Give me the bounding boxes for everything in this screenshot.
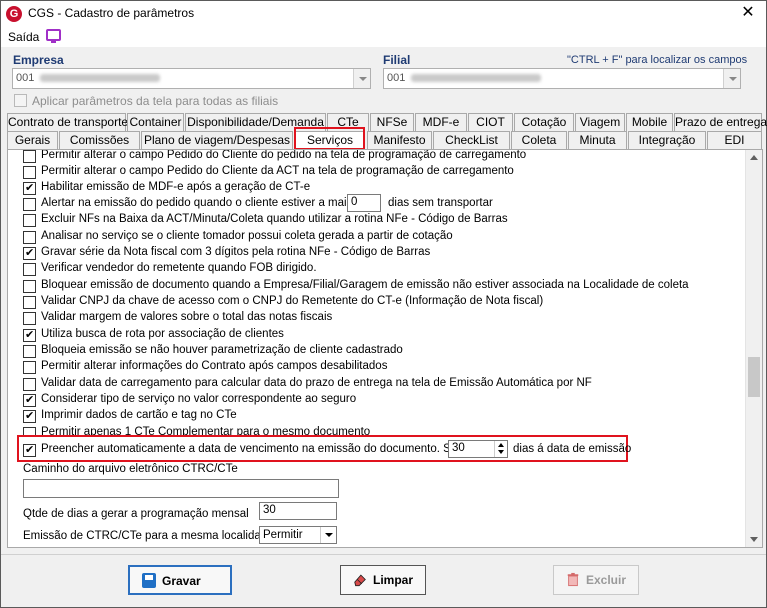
- filial-value: 001: [387, 72, 542, 84]
- filial-label: Filial: [383, 53, 411, 67]
- servicos-panel: Permitir alterar o campo Pedido do Clien…: [7, 149, 763, 548]
- option-checkbox[interactable]: [23, 345, 36, 358]
- option-checkbox[interactable]: [23, 393, 36, 407]
- emissao-localidade-label: Emissão de CTRC/CTe para a mesma localid…: [23, 530, 274, 542]
- scroll-thumb[interactable]: [748, 357, 760, 397]
- monitor-icon[interactable]: [46, 29, 61, 43]
- days-without-transport-suffix: dias sem transportar: [388, 197, 493, 209]
- empresa-select[interactable]: 001: [12, 68, 371, 89]
- trash-icon: [567, 572, 579, 587]
- tab-plano-de-viagem[interactable]: Plano de viagem/Despesas: [141, 131, 293, 150]
- tab-container[interactable]: Container: [127, 113, 184, 132]
- eraser-icon: [354, 574, 366, 587]
- option-checkbox[interactable]: [23, 231, 36, 244]
- tab-ciot[interactable]: CIOT: [468, 113, 513, 132]
- days-without-transport-input[interactable]: 0: [347, 194, 381, 212]
- window: G CGS - Cadastro de parâmetros ✕ Saída E…: [0, 0, 767, 608]
- option-checkbox[interactable]: [23, 409, 36, 423]
- option-checkbox[interactable]: [23, 181, 36, 195]
- clear-button[interactable]: Limpar: [340, 565, 426, 595]
- option-checkbox[interactable]: [23, 443, 36, 457]
- option-checkbox[interactable]: [23, 328, 36, 342]
- save-button[interactable]: Gravar: [128, 565, 232, 595]
- option-checkbox[interactable]: [23, 150, 36, 163]
- floppy-disk-icon: [142, 573, 156, 588]
- chevron-down-icon[interactable]: [320, 527, 336, 543]
- tab-contrato-de-transporte[interactable]: Contrato de transporte: [7, 113, 128, 132]
- window-title: CGS - Cadastro de parâmetros: [28, 6, 195, 20]
- close-button[interactable]: ✕: [738, 3, 758, 23]
- chevron-down-icon[interactable]: [723, 69, 740, 88]
- empresa-value: 001: [16, 72, 161, 84]
- option-checkbox[interactable]: [23, 263, 36, 276]
- option-checkbox[interactable]: [23, 246, 36, 260]
- tab-minuta[interactable]: Minuta: [568, 131, 627, 150]
- menu-bar: Saída: [1, 27, 766, 47]
- tab-integracao[interactable]: Integração: [628, 131, 706, 150]
- delete-button[interactable]: Excluir: [553, 565, 639, 595]
- tab-cotacao[interactable]: Cotação: [514, 113, 574, 132]
- scroll-down-icon[interactable]: [750, 537, 758, 542]
- active-tab-highlight: [294, 127, 365, 150]
- tab-gerais[interactable]: Gerais: [7, 131, 58, 150]
- qtde-label: Qtde de dias a gerar a programação mensa…: [23, 508, 249, 520]
- vertical-scrollbar[interactable]: [745, 150, 762, 547]
- emissao-localidade-select[interactable]: Permitir: [259, 526, 337, 544]
- tab-checklist[interactable]: CheckList: [433, 131, 510, 150]
- option-checkbox[interactable]: [23, 361, 36, 374]
- option-checkbox[interactable]: [23, 296, 36, 309]
- option-checkbox[interactable]: [23, 166, 36, 179]
- due-date-days-stepper[interactable]: 30: [448, 440, 508, 458]
- apply-all-label: Aplicar parâmetros da tela para todas as…: [32, 94, 279, 108]
- empresa-label: Empresa: [13, 53, 64, 67]
- chevron-down-icon[interactable]: [353, 69, 370, 88]
- option-checkbox[interactable]: [23, 312, 36, 325]
- tab-prazo-de-entrega[interactable]: Prazo de entrega: [674, 113, 767, 132]
- footer-divider: [1, 554, 766, 555]
- option-checkbox[interactable]: [23, 198, 36, 211]
- apply-all-checkbox[interactable]: [14, 94, 27, 107]
- scroll-up-icon[interactable]: [750, 155, 758, 160]
- qtde-input[interactable]: 30: [259, 502, 337, 520]
- title-bar: G CGS - Cadastro de parâmetros ✕: [1, 1, 766, 27]
- tab-mdfe[interactable]: MDF-e: [415, 113, 467, 132]
- menu-item-saida[interactable]: Saída: [8, 30, 39, 44]
- tab-nfse[interactable]: NFSe: [370, 113, 414, 132]
- tab-edi[interactable]: EDI: [707, 131, 762, 150]
- tab-viagem[interactable]: Viagem: [575, 113, 625, 132]
- search-hint: "CTRL + F" para localizar os campos: [567, 54, 748, 66]
- option-checkbox[interactable]: [23, 280, 36, 293]
- caminho-label: Caminho do arquivo eletrônico CTRC/CTe: [23, 463, 238, 475]
- option-checkbox[interactable]: [23, 214, 36, 227]
- option-checkbox[interactable]: [23, 378, 36, 391]
- app-logo-icon: G: [6, 6, 22, 22]
- tab-coleta[interactable]: Coleta: [511, 131, 567, 150]
- filial-select[interactable]: 001: [383, 68, 741, 89]
- due-date-days-suffix: dias á data de emissão: [513, 443, 632, 455]
- tab-manifesto[interactable]: Manifesto: [367, 131, 432, 150]
- stepper-arrows-icon[interactable]: [494, 441, 507, 457]
- tab-comissoes[interactable]: Comissões: [59, 131, 140, 150]
- caminho-input[interactable]: [23, 479, 339, 498]
- tab-mobile[interactable]: Mobile: [626, 113, 673, 132]
